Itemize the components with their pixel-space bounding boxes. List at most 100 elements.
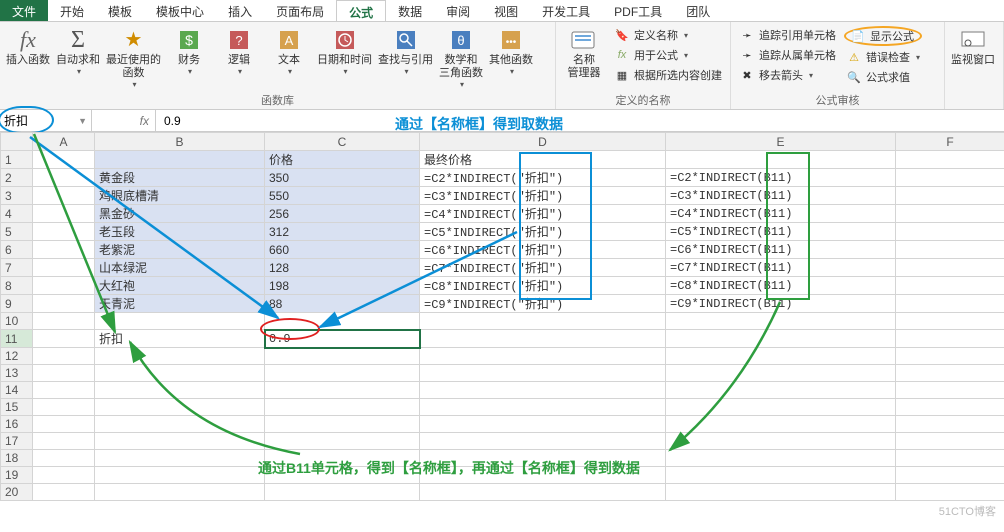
dropdown-icon[interactable]: ▼ (78, 116, 87, 126)
cell-B5[interactable]: 老玉段 (95, 223, 265, 241)
cell-C14[interactable] (265, 382, 420, 399)
cell-A8[interactable] (33, 277, 95, 295)
cell-F8[interactable] (896, 277, 1004, 295)
cell-F3[interactable] (896, 187, 1004, 205)
cell-C12[interactable] (265, 348, 420, 365)
cell-B8[interactable]: 大红袍 (95, 277, 265, 295)
lookup-button[interactable]: 查找与引用▾ (378, 24, 433, 77)
cell-B4[interactable]: 黑金砂 (95, 205, 265, 223)
row-header-2[interactable]: 2 (1, 169, 33, 187)
cell-F18[interactable] (896, 450, 1004, 467)
cell-A14[interactable] (33, 382, 95, 399)
tab-pdf-tools[interactable]: PDF工具 (602, 0, 674, 21)
cell-E15[interactable] (666, 399, 896, 416)
cell-A13[interactable] (33, 365, 95, 382)
row-header-15[interactable]: 15 (1, 399, 33, 416)
datetime-button[interactable]: 日期和时间▾ (317, 24, 372, 77)
cell-B1[interactable] (95, 151, 265, 169)
cell-F19[interactable] (896, 467, 1004, 484)
cell-B20[interactable] (95, 484, 265, 501)
remove-arrows-button[interactable]: ✖移去箭头▾ (737, 66, 838, 84)
insert-function-button[interactable]: fx 插入函数 (6, 24, 50, 67)
cell-B12[interactable] (95, 348, 265, 365)
cell-E19[interactable] (666, 467, 896, 484)
grid-table[interactable]: A B C D E F 1价格最终价格2黄金段350=C2*INDIRECT("… (0, 132, 1004, 501)
cell-C4[interactable]: 256 (265, 205, 420, 223)
tab-insert[interactable]: 插入 (216, 0, 264, 21)
cell-F6[interactable] (896, 241, 1004, 259)
cell-F17[interactable] (896, 433, 1004, 450)
cell-A1[interactable] (33, 151, 95, 169)
cell-E18[interactable] (666, 450, 896, 467)
cell-C6[interactable]: 660 (265, 241, 420, 259)
cell-F16[interactable] (896, 416, 1004, 433)
tab-file[interactable]: 文件 (0, 0, 48, 21)
cell-E17[interactable] (666, 433, 896, 450)
fx-icon[interactable]: fx (140, 114, 149, 128)
cell-B7[interactable]: 山本绿泥 (95, 259, 265, 277)
col-header-E[interactable]: E (666, 133, 896, 151)
cell-C16[interactable] (265, 416, 420, 433)
tab-formulas[interactable]: 公式 (336, 0, 386, 21)
col-header-F[interactable]: F (896, 133, 1004, 151)
cell-B6[interactable]: 老紫泥 (95, 241, 265, 259)
cell-B14[interactable] (95, 382, 265, 399)
name-box[interactable]: 折扣 ▼ (0, 110, 92, 131)
cell-D13[interactable] (420, 365, 666, 382)
cell-D14[interactable] (420, 382, 666, 399)
cell-A6[interactable] (33, 241, 95, 259)
cell-B3[interactable]: 鸡眼底槽清 (95, 187, 265, 205)
row-header-5[interactable]: 5 (1, 223, 33, 241)
tab-page-layout[interactable]: 页面布局 (264, 0, 336, 21)
watch-window-button[interactable]: 监视窗口 (951, 24, 995, 67)
cell-E16[interactable] (666, 416, 896, 433)
cell-E11[interactable] (666, 330, 896, 348)
cell-E20[interactable] (666, 484, 896, 501)
tab-home[interactable]: 开始 (48, 0, 96, 21)
cell-D20[interactable] (420, 484, 666, 501)
define-name-button[interactable]: 🔖定义名称▾ (612, 26, 724, 44)
cell-D15[interactable] (420, 399, 666, 416)
tab-template[interactable]: 模板 (96, 0, 144, 21)
cell-A7[interactable] (33, 259, 95, 277)
row-header-1[interactable]: 1 (1, 151, 33, 169)
cell-A2[interactable] (33, 169, 95, 187)
math-button[interactable]: θ 数学和 三角函数▾ (439, 24, 483, 90)
row-header-19[interactable]: 19 (1, 467, 33, 484)
col-header-A[interactable]: A (33, 133, 95, 151)
text-button[interactable]: A 文本▾ (267, 24, 311, 77)
row-header-14[interactable]: 14 (1, 382, 33, 399)
cell-A9[interactable] (33, 295, 95, 313)
cell-F13[interactable] (896, 365, 1004, 382)
cell-F1[interactable] (896, 151, 1004, 169)
tab-view[interactable]: 视图 (482, 0, 530, 21)
col-header-D[interactable]: D (420, 133, 666, 151)
cell-B11[interactable]: 折扣 (95, 330, 265, 348)
cell-D17[interactable] (420, 433, 666, 450)
cell-C15[interactable] (265, 399, 420, 416)
row-header-17[interactable]: 17 (1, 433, 33, 450)
formula-input[interactable]: 0.9 (156, 110, 1004, 131)
row-header-6[interactable]: 6 (1, 241, 33, 259)
cell-B9[interactable]: 天青泥 (95, 295, 265, 313)
use-in-formula-button[interactable]: fx用于公式▾ (612, 46, 724, 64)
cell-F20[interactable] (896, 484, 1004, 501)
cell-E14[interactable] (666, 382, 896, 399)
cell-A17[interactable] (33, 433, 95, 450)
cell-A3[interactable] (33, 187, 95, 205)
trace-dependents-button[interactable]: ➛追踪从属单元格 (737, 46, 838, 64)
cell-D10[interactable] (420, 313, 666, 330)
cell-C1[interactable]: 价格 (265, 151, 420, 169)
cell-A11[interactable] (33, 330, 95, 348)
cell-E12[interactable] (666, 348, 896, 365)
col-header-C[interactable]: C (265, 133, 420, 151)
row-header-20[interactable]: 20 (1, 484, 33, 501)
cell-C20[interactable] (265, 484, 420, 501)
cell-E13[interactable] (666, 365, 896, 382)
cell-F9[interactable] (896, 295, 1004, 313)
cell-B18[interactable] (95, 450, 265, 467)
cell-C2[interactable]: 350 (265, 169, 420, 187)
cell-A4[interactable] (33, 205, 95, 223)
row-header-8[interactable]: 8 (1, 277, 33, 295)
row-header-7[interactable]: 7 (1, 259, 33, 277)
